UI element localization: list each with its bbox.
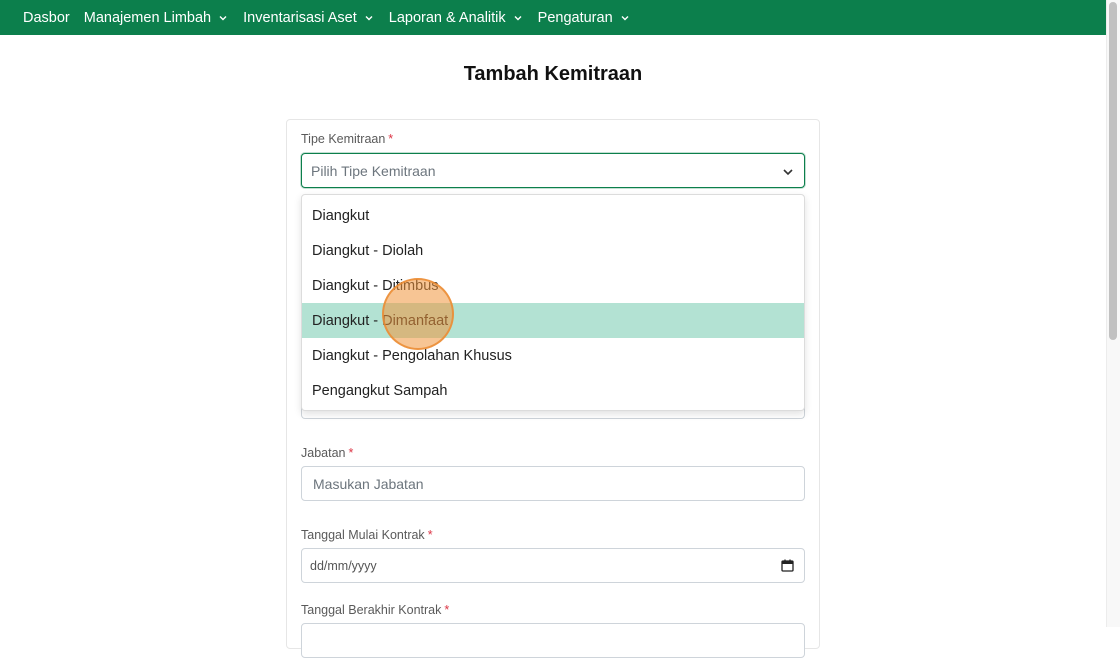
nav-item-laporan-analitik[interactable]: Laporan & Analitik: [389, 10, 524, 26]
chevron-down-icon: [512, 12, 524, 24]
top-navbar: Dasbor Manajemen Limbah Inventarisasi As…: [0, 0, 1106, 35]
chevron-down-icon: [217, 12, 229, 24]
nav-item-manajemen-limbah[interactable]: Manajemen Limbah: [84, 10, 229, 26]
chevron-down-icon: [782, 165, 794, 177]
chevron-down-icon: [363, 12, 375, 24]
page-scrollbar[interactable]: [1106, 0, 1120, 627]
option-diangkut-ditimbus[interactable]: Diangkut - Ditimbus: [302, 268, 804, 303]
contract-start-label: Tanggal Mulai Kontrak *: [301, 528, 433, 542]
partnership-type-dropdown: Diangkut Diangkut - Diolah Diangkut - Di…: [301, 194, 805, 411]
contract-end-date-input[interactable]: [301, 623, 805, 658]
select-placeholder: Pilih Tipe Kemitraan: [311, 162, 436, 179]
label-text: Jabatan: [301, 446, 346, 460]
calendar-icon[interactable]: [781, 559, 794, 572]
option-diangkut-diolah[interactable]: Diangkut - Diolah: [302, 233, 804, 268]
nav-item-dasbor[interactable]: Dasbor: [23, 10, 70, 26]
nav-label: Pengaturan: [537, 9, 613, 26]
option-diangkut-dimanfaat[interactable]: Diangkut - Dimanfaat: [302, 303, 804, 338]
chevron-down-icon: [619, 12, 631, 24]
date-placeholder: dd/mm/yyyy: [310, 558, 377, 573]
partnership-type-label: Tipe Kemitraan *: [301, 132, 393, 146]
label-text: Tanggal Berakhir Kontrak: [301, 603, 442, 617]
scrollbar-thumb[interactable]: [1109, 2, 1117, 340]
option-pengangkut-sampah[interactable]: Pengangkut Sampah: [302, 373, 804, 408]
required-mark: *: [348, 446, 354, 460]
label-text: Tipe Kemitraan: [301, 132, 386, 146]
nav-item-inventarisasi-aset[interactable]: Inventarisasi Aset: [243, 10, 375, 26]
partnership-type-select[interactable]: Pilih Tipe Kemitraan: [301, 153, 805, 188]
input-placeholder: Masukan Jabatan: [313, 475, 424, 492]
position-input[interactable]: Masukan Jabatan: [301, 466, 805, 501]
required-mark: *: [388, 132, 394, 146]
contract-start-date-input[interactable]: dd/mm/yyyy: [301, 548, 805, 583]
nav-label: Laporan & Analitik: [388, 9, 506, 26]
nav-item-pengaturan[interactable]: Pengaturan: [538, 10, 631, 26]
option-diangkut[interactable]: Diangkut: [302, 198, 804, 233]
nav-label: Inventarisasi Aset: [243, 9, 357, 26]
required-mark: *: [444, 603, 450, 617]
required-mark: *: [427, 528, 433, 542]
label-text: Tanggal Mulai Kontrak: [301, 528, 425, 542]
contract-end-label: Tanggal Berakhir Kontrak *: [301, 603, 449, 617]
page-title: Tambah Kemitraan: [463, 63, 643, 85]
option-diangkut-pengolahan-khusus[interactable]: Diangkut - Pengolahan Khusus: [302, 338, 804, 373]
nav-label: Manajemen Limbah: [83, 9, 212, 26]
position-label: Jabatan *: [301, 446, 353, 460]
nav-label: Dasbor: [23, 9, 70, 26]
